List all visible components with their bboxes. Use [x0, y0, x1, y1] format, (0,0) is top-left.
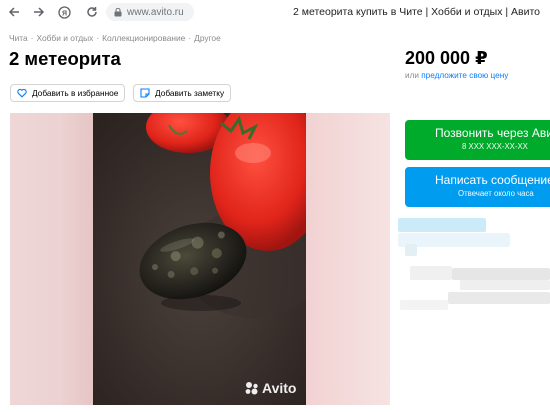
- yandex-protect-icon[interactable]: Я: [56, 4, 72, 20]
- browser-toolbar: Я www.avito.ru 2 метеорита купить в Чите…: [0, 0, 550, 24]
- address-bar[interactable]: www.avito.ru: [106, 3, 194, 21]
- price-offer: или предложите свою цену: [405, 71, 508, 80]
- breadcrumb-item-other[interactable]: Другое: [194, 33, 221, 43]
- call-via-avito-button[interactable]: Позвонить через Авито 8 ХХХ ХХХ-ХХ-ХХ: [405, 120, 550, 160]
- add-to-favorites-button[interactable]: Добавить в избранное: [10, 84, 125, 102]
- breadcrumb-separator: ·: [188, 33, 192, 43]
- avito-logo-icon: [244, 381, 260, 395]
- breadcrumb-item-city[interactable]: Чита: [9, 33, 28, 43]
- photo-gallery[interactable]: Avito: [10, 113, 390, 405]
- lock-icon: [114, 7, 122, 17]
- add-note-label: Добавить заметку: [155, 88, 225, 98]
- gallery-blur-right: [306, 113, 390, 405]
- page-title: 2 метеорита: [9, 48, 121, 69]
- gallery-blur-left: [10, 113, 93, 405]
- add-note-button[interactable]: Добавить заметку: [133, 84, 231, 102]
- message-button-label: Написать сообщение: [435, 173, 550, 187]
- call-button-phone: 8 ХХХ ХХХ-ХХ-ХХ: [462, 142, 528, 151]
- back-arrow-icon[interactable]: [6, 4, 22, 20]
- breadcrumb: Чита · Хобби и отдых · Коллекционирование · Др…: [9, 33, 221, 43]
- breadcrumb-separator: ·: [30, 33, 34, 43]
- suggest-price-link[interactable]: предложите свою цену: [421, 71, 508, 80]
- price-offer-prefix: или: [405, 71, 419, 80]
- heart-icon: [17, 88, 27, 98]
- breadcrumb-item-collecting[interactable]: Коллекционирование: [102, 33, 185, 43]
- call-button-label: Позвонить через Авито: [435, 126, 550, 140]
- watermark-text: Avito: [262, 380, 297, 396]
- forward-arrow-icon[interactable]: [31, 4, 47, 20]
- svg-text:Я: Я: [61, 10, 66, 17]
- breadcrumb-separator: ·: [96, 33, 100, 43]
- avito-watermark: Avito: [244, 380, 296, 396]
- reload-icon[interactable]: [84, 4, 100, 20]
- message-button-response: Отвечает около часа: [458, 189, 534, 198]
- tab-title: 2 метеорита купить в Чите | Хобби и отды…: [293, 6, 541, 18]
- note-icon: [140, 88, 150, 98]
- breadcrumb-item-hobby[interactable]: Хобби и отдых: [36, 33, 93, 43]
- address-url: www.avito.ru: [127, 6, 184, 18]
- write-message-button[interactable]: Написать сообщение Отвечает около часа: [405, 167, 550, 207]
- price: 200 000 ₽: [405, 48, 488, 68]
- meteorite-photo[interactable]: [93, 113, 306, 405]
- add-to-favorites-label: Добавить в избранное: [32, 88, 119, 98]
